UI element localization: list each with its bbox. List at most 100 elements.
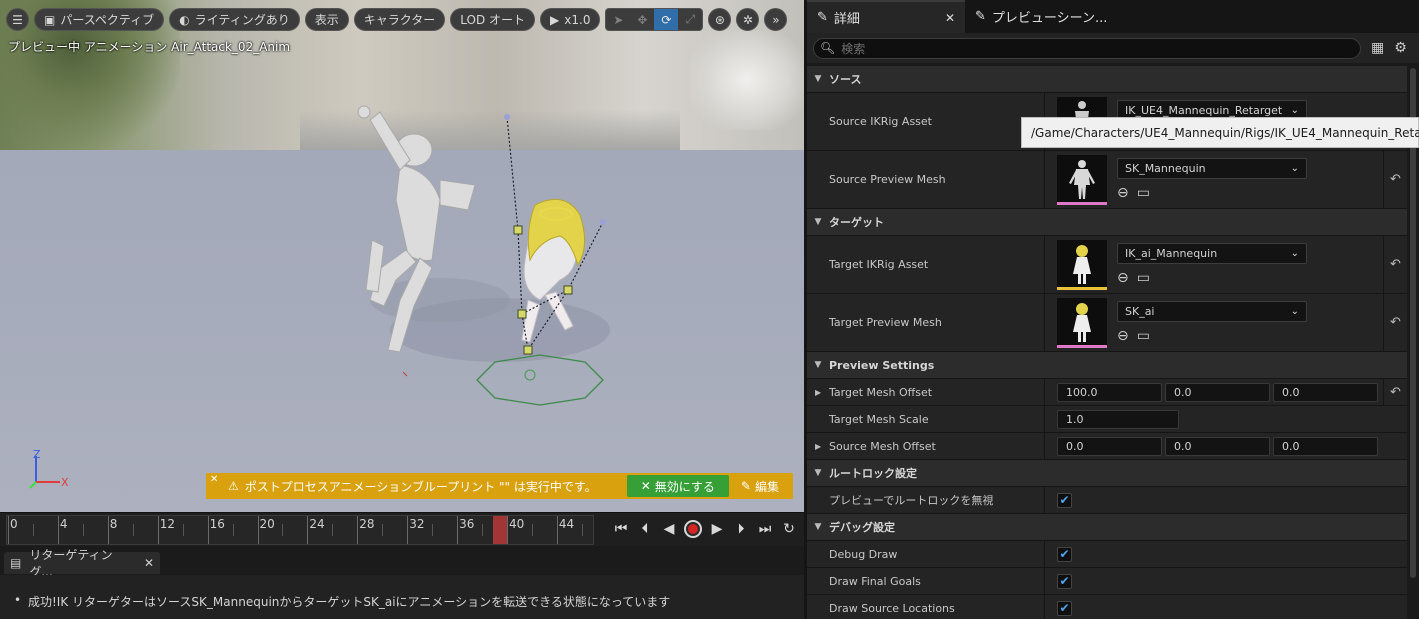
scale-icon[interactable]: ⤢: [678, 9, 702, 30]
draw-source-locations-checkbox[interactable]: ✔: [1057, 600, 1072, 616]
record-icon: [688, 524, 698, 534]
source-offset-x[interactable]: 0.0: [1057, 436, 1162, 456]
snap-button[interactable]: ✲: [736, 8, 760, 31]
retarget-editor: ☰ ▣ パースペクティブ ◐ ライティングあり 表示 キャラクター LOD オー…: [0, 0, 1419, 619]
edit-button[interactable]: ✎ 編集: [737, 475, 793, 497]
ignore-root-lock-checkbox[interactable]: ✔: [1057, 492, 1072, 508]
details-panel: ✎ 詳細 ✕ ✎ プレビューシーン... 🔍︎ 検索 ▦ ⚙ ▼ ソース Sou…: [807, 0, 1419, 619]
tab-retargeting-log[interactable]: ▤ リターゲティング... ✕: [4, 548, 160, 579]
check-icon: ✔: [1059, 574, 1070, 588]
row-target-mesh-offset: ▶ Target Mesh Offset 100.0 0.0 0.0 ↶: [807, 379, 1407, 406]
close-icon[interactable]: ✕: [210, 474, 218, 485]
target-scale-input[interactable]: 1.0: [1057, 409, 1179, 429]
triangle-down-icon: ▼: [814, 360, 822, 370]
lighting-button[interactable]: ◐ ライティングあり: [169, 8, 300, 31]
timeline-ruler[interactable]: 0 4 8 12 16 20 24 28 32 36 40 44: [6, 515, 594, 545]
log-panel: ▤ リターゲティング... ✕ 成功!IK リターゲターはソースSK_Manne…: [0, 546, 804, 619]
ruler-label: 36: [459, 517, 475, 531]
play-reverse-icon[interactable]: ◀: [660, 519, 678, 539]
category-root-lock[interactable]: ▼ ルートロック設定: [807, 460, 1407, 487]
category-preview-settings[interactable]: ▼ Preview Settings: [807, 352, 1407, 379]
play-forward-icon[interactable]: ▶: [708, 519, 726, 539]
ruler-minor-tick: [32, 524, 34, 536]
draw-final-goals-checkbox[interactable]: ✔: [1057, 573, 1072, 589]
row-source-mesh-offset: ▶ Source Mesh Offset 0.0 0.0 0.0: [807, 433, 1407, 460]
target-ikrig-combo[interactable]: IK_ai_Mannequin ⌄: [1117, 243, 1307, 264]
thumbnail-target-mesh: [1057, 297, 1107, 348]
scene-characters: [357, 105, 610, 406]
step-forward-icon[interactable]: ⏵: [732, 519, 750, 539]
ruler-label: 40: [509, 517, 525, 531]
close-icon[interactable]: ✕: [144, 556, 154, 570]
tab-details[interactable]: ✎ 詳細 ✕: [807, 0, 965, 33]
reset-arrow-icon[interactable]: ↶: [1383, 294, 1407, 351]
local-space-button[interactable]: ⊛: [708, 8, 732, 31]
tab-preview-scene[interactable]: ✎ プレビューシーン...: [965, 0, 1117, 33]
chevron-down-icon: ⌄: [1290, 105, 1299, 116]
step-back-icon[interactable]: ⏴: [636, 519, 654, 539]
table-view-icon[interactable]: ▦: [1371, 40, 1384, 56]
target-offset-y[interactable]: 0.0: [1165, 382, 1270, 402]
use-selected-icon[interactable]: ⊖: [1117, 270, 1129, 286]
ruler-minor-tick: [432, 524, 434, 536]
source-mesh-combo[interactable]: SK_Mannequin ⌄: [1117, 158, 1307, 179]
reset-arrow-icon[interactable]: ↶: [1383, 236, 1407, 293]
lod-button[interactable]: LOD オート: [450, 8, 536, 31]
browse-icon[interactable]: ▭: [1137, 185, 1150, 201]
source-offset-z[interactable]: 0.0: [1273, 436, 1378, 456]
row-target-ikrig: Target IKRig Asset IK_ai_Mannequin ⌄ ⊖ ▭…: [807, 236, 1407, 294]
ruler-label: 16: [209, 517, 225, 531]
thumbnail-source-mesh: [1057, 154, 1107, 205]
transform-tools: ➤ ✥ ⟳ ⤢: [605, 8, 704, 31]
reset-arrow-icon[interactable]: ↶: [1383, 151, 1407, 208]
target-offset-x[interactable]: 100.0: [1057, 382, 1162, 402]
ruler-minor-tick: [282, 524, 284, 536]
triangle-right-icon[interactable]: ▶: [815, 442, 821, 451]
target-mesh-combo[interactable]: SK_ai ⌄: [1117, 301, 1307, 322]
playback-speed-button[interactable]: ▶ x1.0: [540, 8, 601, 31]
viewport-menu-button[interactable]: ☰: [6, 8, 29, 31]
perspective-button[interactable]: ▣ パースペクティブ: [34, 8, 165, 31]
skip-to-start-icon[interactable]: ⏮: [612, 519, 630, 539]
property-list: ▼ ソース Source IKRig Asset IK_UE4_Mannequi…: [807, 66, 1407, 619]
use-selected-icon[interactable]: ⊖: [1117, 328, 1129, 344]
postprocess-warning-bar: ✕ ⚠ ポストプロセスアニメーションブループリント "" は実行中です。 ✕ 無…: [206, 473, 793, 499]
category-debug[interactable]: ▼ デバッグ設定: [807, 514, 1407, 541]
target-offset-z[interactable]: 0.0: [1273, 382, 1378, 402]
close-icon[interactable]: ✕: [945, 11, 955, 25]
triangle-down-icon: ▼: [814, 522, 822, 532]
translate-icon[interactable]: ✥: [630, 9, 654, 30]
ruler-label: 24: [309, 517, 325, 531]
show-button[interactable]: 表示: [304, 8, 349, 31]
cube-icon: ▣: [44, 12, 56, 27]
gear-icon[interactable]: ⚙: [1394, 40, 1407, 56]
ruler-minor-tick: [82, 524, 84, 536]
select-icon[interactable]: ➤: [606, 9, 630, 30]
preview-viewport[interactable]: ☰ ▣ パースペクティブ ◐ ライティングあり 表示 キャラクター LOD オー…: [0, 0, 804, 512]
playhead[interactable]: [492, 516, 507, 544]
character-button[interactable]: キャラクター: [353, 8, 446, 31]
browse-icon[interactable]: ▭: [1137, 270, 1150, 286]
loop-icon[interactable]: ↻: [780, 519, 798, 539]
skip-to-end-icon[interactable]: ⏭: [756, 519, 774, 539]
warning-icon: ⚠: [228, 479, 239, 493]
reset-arrow-icon[interactable]: ↶: [1383, 379, 1407, 405]
use-selected-icon[interactable]: ⊖: [1117, 185, 1129, 201]
category-target[interactable]: ▼ ターゲット: [807, 209, 1407, 236]
disable-button[interactable]: ✕ 無効にする: [626, 475, 729, 497]
triangle-down-icon: ▼: [814, 468, 822, 478]
triangle-right-icon[interactable]: ▶: [815, 388, 821, 397]
search-input[interactable]: 🔍︎ 検索: [813, 37, 1361, 59]
category-source[interactable]: ▼ ソース: [807, 66, 1407, 93]
rotate-icon[interactable]: ⟳: [654, 9, 679, 30]
ruler-label: 8: [109, 517, 118, 531]
chevron-down-icon: ⌄: [1290, 163, 1299, 174]
row-draw-final-goals: Draw Final Goals ✔: [807, 568, 1407, 595]
ruler-tick: [8, 516, 9, 544]
log-body: 成功!IK リターゲターはソースSK_MannequinからターゲットSK_ai…: [0, 575, 804, 619]
debug-draw-checkbox[interactable]: ✔: [1057, 546, 1072, 562]
source-offset-y[interactable]: 0.0: [1165, 436, 1270, 456]
record-button[interactable]: [684, 520, 702, 538]
browse-icon[interactable]: ▭: [1137, 328, 1150, 344]
more-options-button[interactable]: »: [764, 8, 788, 31]
